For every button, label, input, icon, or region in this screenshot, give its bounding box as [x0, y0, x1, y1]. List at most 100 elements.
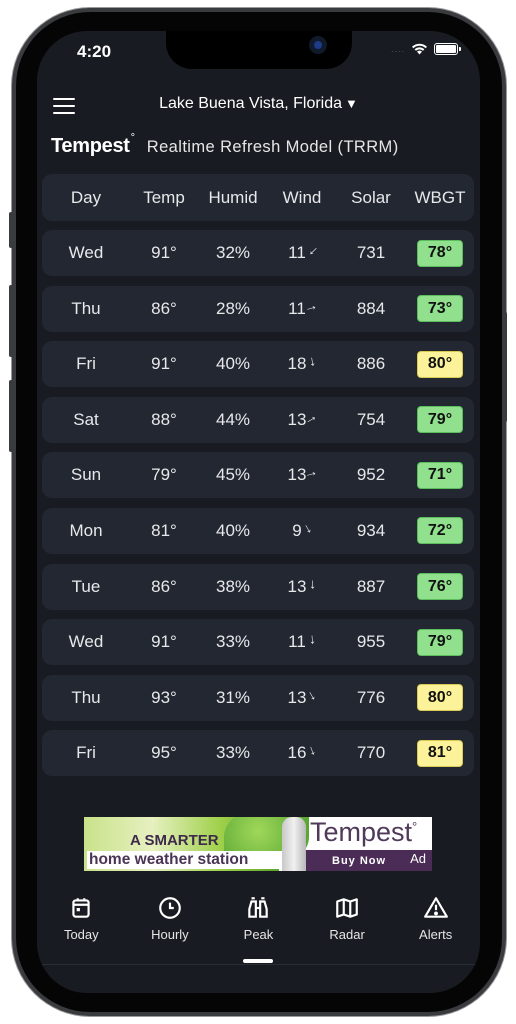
wind-cell: 13↑: [268, 688, 336, 708]
column-header-day[interactable]: Day: [42, 188, 130, 208]
humidity-cell: 38%: [215, 576, 251, 596]
wind-cell: 11↑: [268, 299, 336, 319]
wind-speed: 9: [292, 520, 302, 540]
wind-speed: 18: [287, 354, 307, 374]
temp-cell: 86°: [151, 576, 177, 596]
home-indicator-divider: [37, 964, 480, 965]
column-header-solar[interactable]: Solar: [336, 188, 406, 208]
volume-down-button: [9, 380, 13, 452]
location-selector[interactable]: Lake Buena Vista, Florida ▼: [37, 95, 480, 113]
wbgt-cell: 79°: [406, 406, 474, 434]
wind-cell: 11↑: [268, 632, 336, 652]
wind-cell: 16↑: [268, 743, 336, 763]
forecast-row[interactable]: Sun 79° 45% 13↑ 952 71°: [42, 452, 474, 499]
ad-headline: A SMARTER: [130, 832, 219, 849]
wind-cell: 13↑: [268, 410, 336, 430]
alert-triangle-icon: [423, 897, 448, 918]
cellular-signal-icon: ....: [390, 44, 405, 54]
wbgt-cell: 79°: [406, 628, 474, 656]
wind-direction-arrow-icon: ↑: [309, 577, 317, 594]
wbgt-badge: 76°: [417, 573, 463, 601]
map-icon: [336, 898, 358, 918]
temp-cell: 91°: [151, 354, 177, 374]
wbgt-badge: 81°: [417, 739, 463, 767]
volume-up-button: [9, 285, 13, 357]
wbgt-badge: 80°: [417, 684, 463, 712]
model-title: Tempest° Realtime Refresh Model (TRRM): [51, 132, 399, 158]
solar-cell: 886: [356, 354, 386, 374]
temp-cell: 81°: [151, 520, 177, 540]
temp-cell: 79°: [151, 465, 177, 485]
wind-speed: 16: [287, 743, 307, 763]
forecast-row[interactable]: Wed 91° 33% 11 ↑ 955 79°: [42, 619, 474, 666]
tab-hourly[interactable]: Hourly: [126, 889, 215, 969]
active-tab-indicator: [243, 959, 273, 963]
wind-direction-arrow-icon: ↑: [308, 354, 318, 372]
tab-peak[interactable]: Peak: [214, 889, 303, 969]
forecast-table: Day Temp Humid Wind Solar WBGT Wed 91° 32%…: [42, 174, 474, 786]
forecast-row[interactable]: Fri 91° 40% 18 ↑ 886 80°: [42, 341, 474, 388]
battery-icon: [434, 43, 461, 55]
day-cell: Sun: [70, 465, 102, 485]
wind-speed: 13: [287, 576, 307, 596]
ad-banner[interactable]: A SMARTER home weather station Tempest° …: [84, 817, 432, 871]
dropdown-caret-icon: ▼: [345, 96, 358, 111]
wbgt-cell: 80°: [406, 684, 474, 712]
ad-label: Ad: [410, 851, 426, 866]
forecast-row[interactable]: Thu 93° 31% 13↑ 776 80°: [42, 674, 474, 721]
tab-alerts[interactable]: Alerts: [391, 889, 480, 969]
column-header-wind[interactable]: Wind: [268, 188, 336, 208]
tab-label: Radar: [329, 927, 365, 942]
day-cell: Sat: [73, 409, 99, 429]
tab-radar[interactable]: Radar: [303, 889, 392, 969]
location-name: Lake Buena Vista, Florida: [159, 95, 343, 112]
column-header-temp[interactable]: Temp: [130, 188, 198, 208]
forecast-row[interactable]: Tue 86° 38% 13 ↑ 887 76°: [42, 563, 474, 610]
solar-cell: 770: [356, 743, 386, 763]
temp-cell: 91°: [151, 243, 177, 262]
day-cell: Wed: [68, 632, 104, 652]
forecast-row[interactable]: Sat 88° 44% 13↑ 754 79°: [42, 396, 474, 443]
app-screen: 4:20 .... Lake Buena Vista, Florida ▼ Tem…: [37, 31, 480, 993]
day-cell: Tue: [71, 576, 101, 596]
status-indicators: ....: [390, 43, 461, 55]
humidity-cell: 32%: [215, 243, 251, 262]
wbgt-badge: 78°: [417, 239, 463, 267]
wifi-icon: [412, 43, 427, 55]
column-header-humid[interactable]: Humid: [198, 188, 268, 208]
solar-cell: 934: [356, 520, 386, 540]
wind-direction-arrow-icon: ↑: [304, 468, 322, 480]
solar-cell: 776: [356, 687, 386, 707]
forecast-row[interactable]: Thu 86° 28% 11↑ 884 73°: [42, 285, 474, 332]
forecast-row[interactable]: Mon 81° 40% 9↑ 934 72°: [42, 507, 474, 554]
wind-speed: 13: [287, 687, 307, 707]
humidity-cell: 31%: [215, 687, 251, 707]
wind-speed: 11: [288, 243, 306, 262]
solar-cell: 754: [356, 409, 386, 429]
humidity-cell: 28%: [215, 298, 251, 318]
solar-cell: 731: [356, 243, 386, 262]
wbgt-cell: 73°: [406, 295, 474, 323]
wbgt-cell: 71°: [406, 461, 474, 489]
ad-brand-logo: Tempest°: [310, 817, 418, 847]
column-header-wbgt[interactable]: WBGT: [406, 188, 474, 208]
weather-station-image: [282, 817, 306, 871]
tab-today[interactable]: Today: [37, 889, 126, 969]
forecast-row[interactable]: Fri 95° 33% 16↑ 770 81°: [42, 730, 474, 777]
tempest-logo: Tempest°: [51, 132, 135, 157]
wbgt-cell: 76°: [406, 573, 474, 601]
temp-cell: 91°: [151, 632, 177, 652]
wind-speed: 11: [288, 298, 306, 318]
humidity-cell: 44%: [215, 409, 251, 429]
status-time: 4:20: [77, 42, 112, 61]
day-cell: Wed: [68, 243, 104, 262]
wind-direction-arrow-icon: ↑: [305, 688, 320, 706]
forecast-row[interactable]: Wed 91° 32% 11↑ 731 78°: [42, 230, 474, 276]
wbgt-badge: 72°: [417, 517, 463, 545]
temp-cell: 93°: [151, 687, 177, 707]
wind-direction-arrow-icon: ↑: [304, 243, 321, 261]
wbgt-badge: 79°: [417, 406, 463, 434]
tab-label: Today: [63, 927, 99, 942]
day-cell: Fri: [76, 354, 96, 374]
wbgt-cell: 72°: [406, 517, 474, 545]
